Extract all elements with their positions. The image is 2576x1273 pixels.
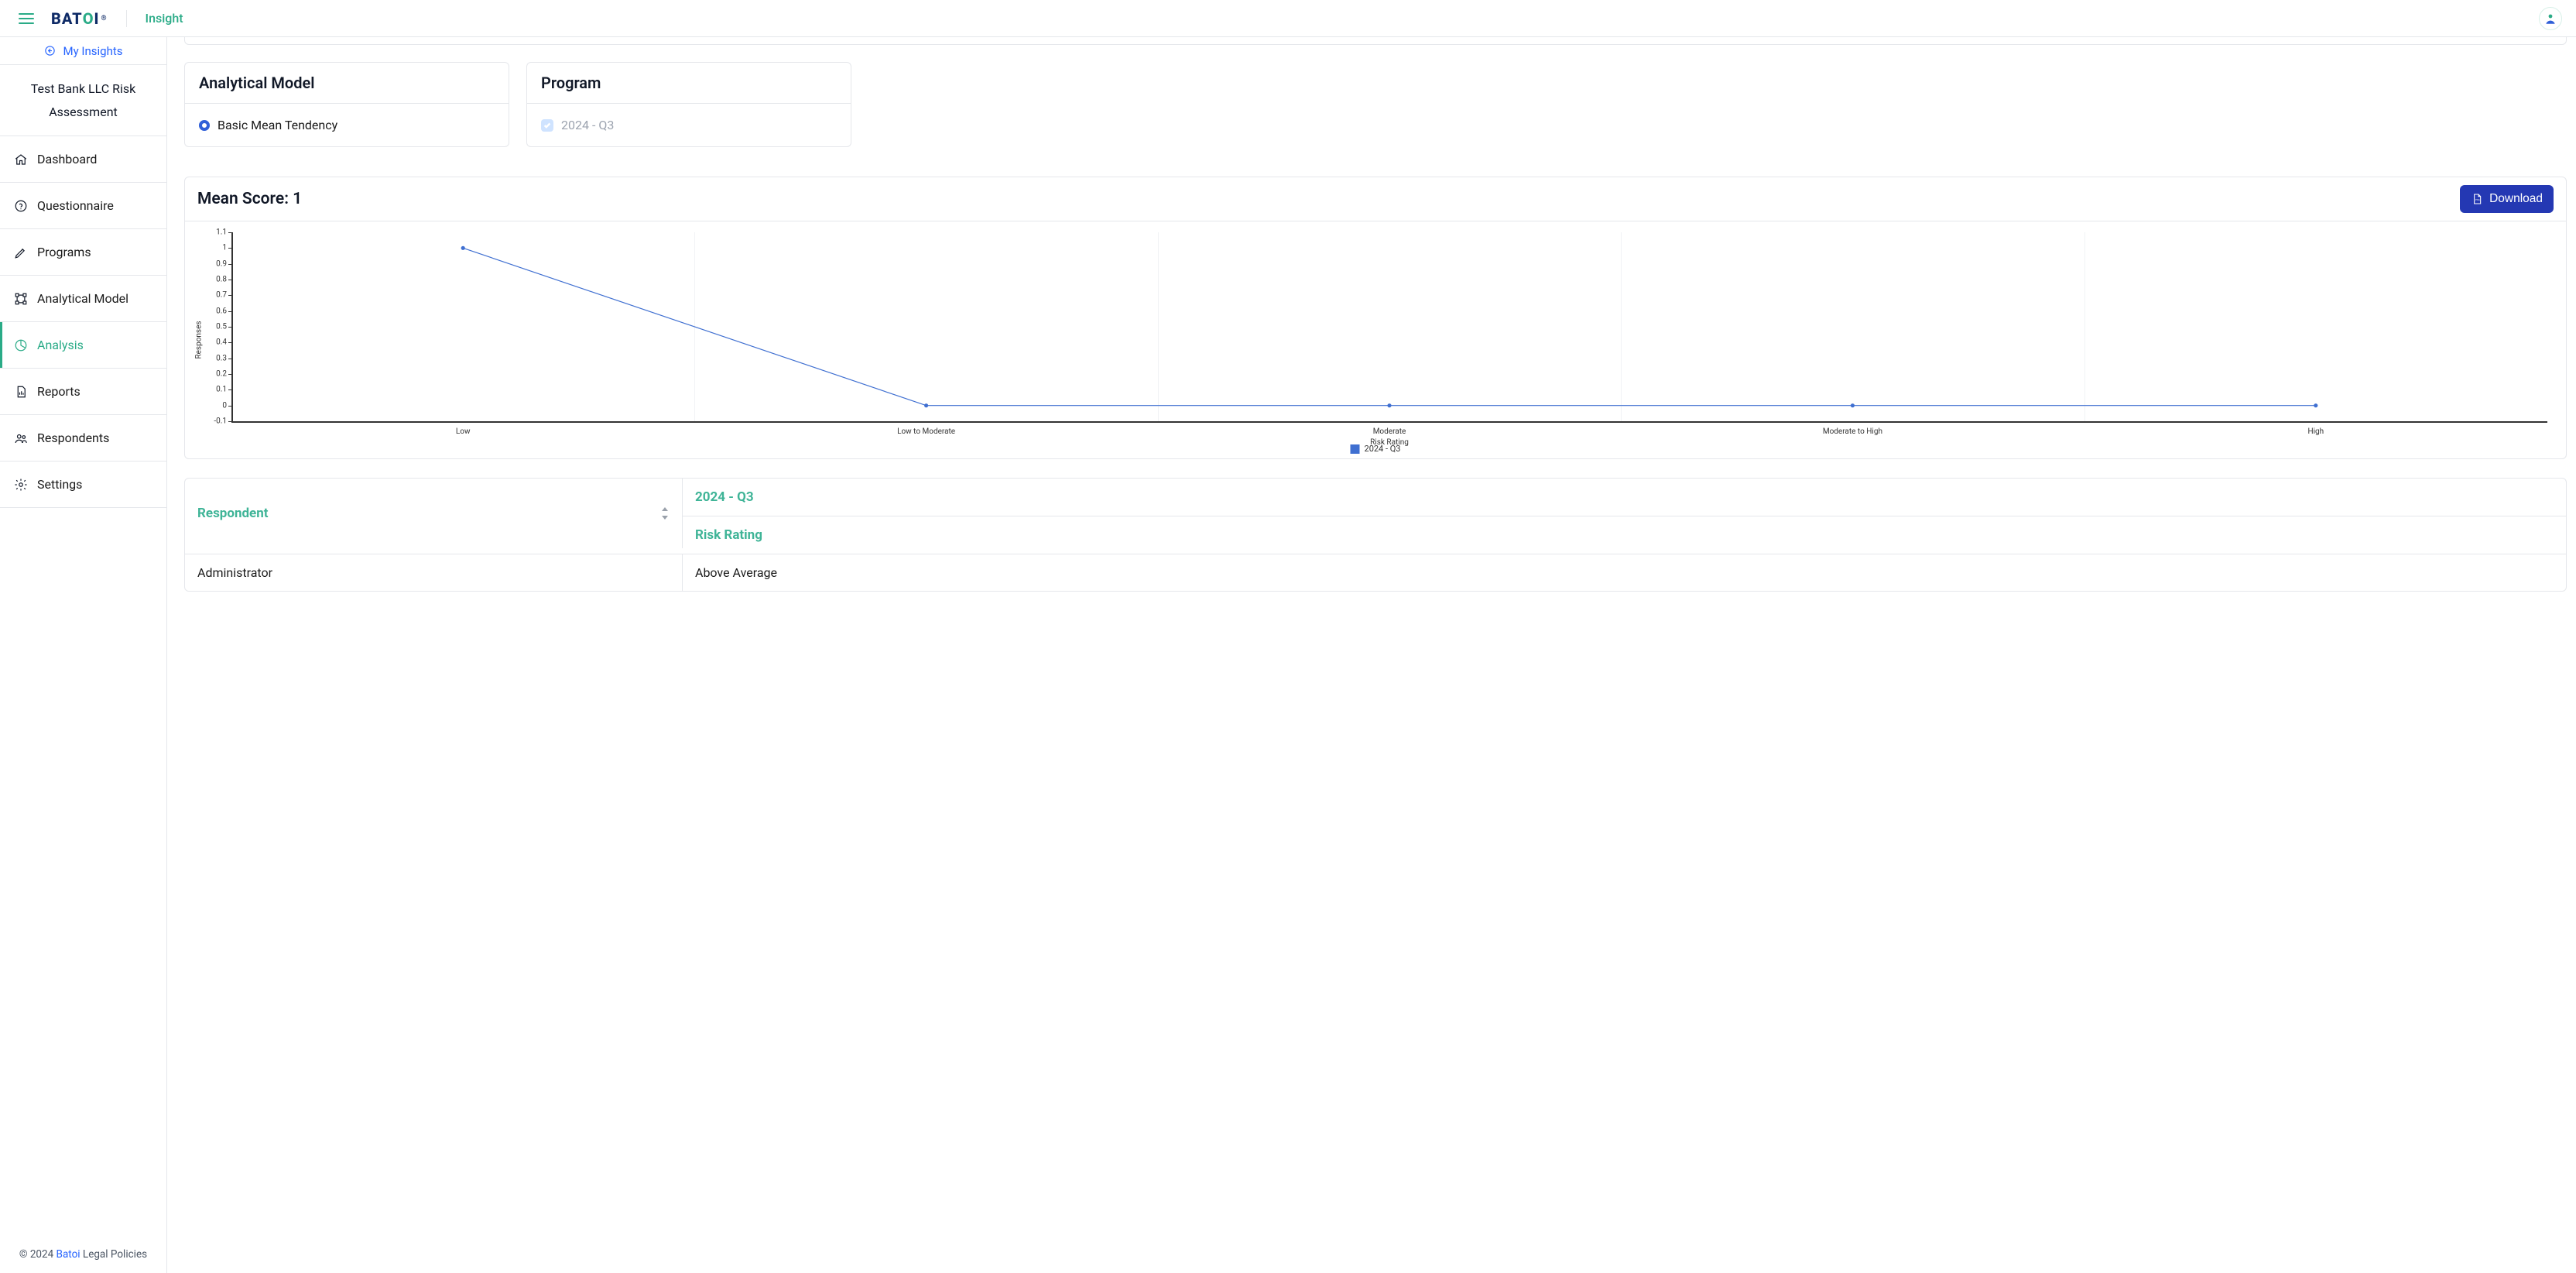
sidebar-item-label: Analytical Model [37,291,128,306]
results-table: Respondent 2024 - Q3 Risk Rating Adminis… [184,478,2567,592]
footer-brand-link[interactable]: Batoi [57,1248,80,1261]
download-label: Download [2489,192,2543,206]
main-content: Analytical Model Basic Mean Tendency Pro… [167,37,2576,1273]
sidebar-item-settings[interactable]: Settings [0,462,166,508]
y-tick-label: -0.1 [214,417,231,426]
col-rating-header: Risk Rating [683,516,2566,554]
sidebar-nav: Dashboard Questionnaire Programs Analyti… [0,136,166,508]
sidebar-item-label: Settings [37,477,82,492]
panel-header: Program [527,63,851,104]
checkbox-label: 2024 - Q3 [561,118,614,132]
table-header-row-1: Respondent 2024 - Q3 Risk Rating [185,479,2566,554]
sidebar-item-label: Dashboard [37,152,97,166]
y-tick-label: 0.3 [216,354,231,362]
sidebar-item-label: Analysis [37,338,84,352]
chart-wrap: Responses -0.100.10.20.30.40.50.60.70.80… [185,221,2566,458]
y-tick-label: 0.1 [216,386,231,394]
download-png-icon: PNG [2471,192,2483,206]
score-header: Mean Score: 1 PNG Download [185,177,2566,221]
menu-toggle[interactable] [19,13,34,24]
y-tick-label: 0.4 [216,338,231,347]
y-tick-label: 0.7 [216,291,231,300]
y-axis-label: Responses [195,321,204,359]
download-button[interactable]: PNG Download [2460,185,2554,213]
user-avatar[interactable] [2539,7,2562,30]
program-panel: Program 2024 - Q3 [526,62,851,147]
sidebar-item-respondents[interactable]: Respondents [0,415,166,462]
sidebar-item-reports[interactable]: Reports [0,369,166,415]
x-tick-label: Low [456,423,471,436]
y-tick-label: 0 [222,401,231,410]
program-option-2024q3[interactable]: 2024 - Q3 [541,118,837,132]
panel-header: Analytical Model [185,63,509,104]
x-tick-label: High [2307,423,2324,436]
back-my-insights[interactable]: My Insights [0,37,166,65]
y-tick-label: 0.5 [216,323,231,331]
x-tick-label: Low to Moderate [897,423,955,436]
header-label: Respondent [197,506,269,521]
y-tick-label: 0.8 [216,276,231,284]
sidebar-item-label: Respondents [37,431,109,445]
sidebar-item-questionnaire[interactable]: Questionnaire [0,183,166,229]
legend-swatch [1351,444,1360,454]
sidebar: My Insights Test Bank LLC Risk Assessmen… [0,37,167,1273]
y-tick-label: 0.6 [216,307,231,315]
table-row: Administrator Above Average [185,554,2566,591]
cell-respondent: Administrator [185,554,683,591]
project-name: Test Bank LLC Risk Assessment [0,65,166,136]
home-icon [14,153,28,166]
product-name: Insight [146,11,183,26]
config-row: Analytical Model Basic Mean Tendency Pro… [184,62,2567,147]
y-tick-label: 0.2 [216,370,231,379]
footer-prefix: © 2024 [19,1248,57,1261]
mean-score-card: Mean Score: 1 PNG Download Responses -0.… [184,177,2567,459]
sidebar-item-dashboard[interactable]: Dashboard [0,136,166,183]
chart-legend: 2024 - Q3 [1351,444,1401,454]
users-icon [14,431,28,445]
sidebar-item-label: Questionnaire [37,198,114,213]
y-tick-label: 0.9 [216,259,231,268]
question-icon [14,199,28,213]
my-insights-label: My Insights [63,44,123,58]
sidebar-item-analysis[interactable]: Analysis [0,322,166,369]
logo: BATOI® [51,9,108,28]
col-right-header-group: 2024 - Q3 Risk Rating [683,479,2566,554]
sidebar-item-programs[interactable]: Programs [0,229,166,276]
top-card-edge [184,37,2567,45]
footer: © 2024 Batoi Legal Policies [0,1237,166,1273]
checkbox-icon [541,119,553,132]
sidebar-item-label: Programs [37,245,91,259]
gear-icon [14,478,28,492]
model-option-basic[interactable]: Basic Mean Tendency [199,118,495,132]
chart-plot-area: -0.100.10.20.30.40.50.60.70.80.911.1LowL… [231,232,2547,421]
x-tick-label: Moderate to High [1823,423,1882,436]
sidebar-item-label: Reports [37,384,80,399]
sidebar-item-analytical-model[interactable]: Analytical Model [0,276,166,322]
y-tick-label: 1 [222,244,231,252]
score-title: Mean Score: 1 [197,190,302,208]
sort-icon [660,507,670,520]
analytical-model-panel: Analytical Model Basic Mean Tendency [184,62,509,147]
file-chart-icon [14,385,28,399]
pen-icon [14,245,28,259]
back-arrow-icon [44,45,56,57]
user-icon [2543,12,2557,26]
y-tick-label: 1.1 [216,228,231,237]
divider [126,10,127,27]
model-icon [14,292,28,306]
col-period-header: 2024 - Q3 [683,479,2566,516]
chart-svg [231,232,2547,421]
radio-label: Basic Mean Tendency [218,118,337,132]
pie-icon [14,338,28,352]
radio-icon [199,120,210,131]
svg-text:PNG: PNG [2475,198,2480,201]
footer-suffix: Legal Policies [80,1248,148,1261]
cell-rating: Above Average [683,554,2566,591]
table-body: Administrator Above Average [185,554,2566,591]
brand: BATOI® Insight [51,9,183,28]
legend-label: 2024 - Q3 [1365,444,1401,454]
col-respondent-header[interactable]: Respondent [185,479,683,548]
top-bar: BATOI® Insight [0,0,2576,37]
